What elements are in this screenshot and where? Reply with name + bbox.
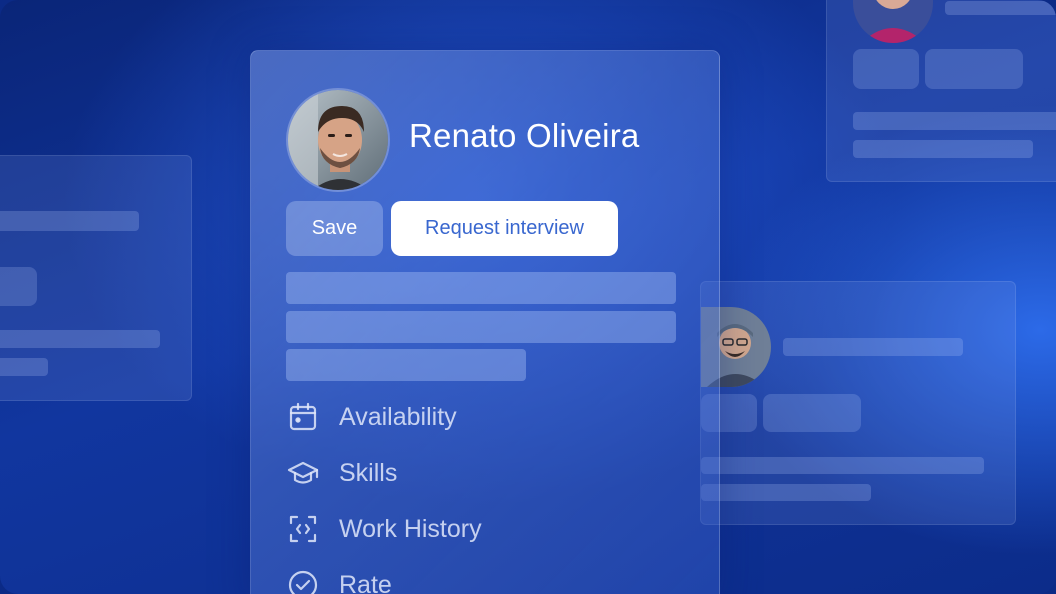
graduation-cap-icon <box>287 461 319 484</box>
bg-card-mid-right <box>700 281 1016 525</box>
menu-item-label: Work History <box>339 514 482 543</box>
skeleton-line <box>286 272 676 304</box>
bg-avatar <box>853 0 933 43</box>
menu-item-work-history[interactable]: Work History <box>287 509 482 549</box>
bg-skeleton-pill <box>763 394 861 432</box>
skeleton-line <box>286 349 526 381</box>
bg-skeleton-line <box>853 112 1056 130</box>
bg-skeleton-line <box>0 358 48 376</box>
bg-skeleton-line <box>701 484 871 501</box>
bg-skeleton-pill <box>925 49 1023 89</box>
bg-skeleton-line <box>701 457 984 474</box>
calendar-icon <box>289 402 317 431</box>
candidate-name: Renato Oliveira <box>409 117 640 154</box>
bg-card-top-right <box>826 0 1056 182</box>
bg-card-left <box>0 155 192 401</box>
bg-skeleton-line <box>853 140 1033 158</box>
stage: Renato Oliveira Save Request interview A… <box>0 0 1056 594</box>
menu-item-label: Rate <box>339 570 392 594</box>
bg-skeleton-line <box>783 338 963 356</box>
profile-card: Renato Oliveira Save Request interview A… <box>250 50 720 594</box>
menu-item-label: Availability <box>339 402 457 431</box>
bg-skeleton-line <box>0 330 160 348</box>
menu-item-skills[interactable]: Skills <box>287 453 397 493</box>
skeleton-line <box>286 311 676 343</box>
menu-item-availability[interactable]: Availability <box>287 397 457 437</box>
check-circle-icon <box>288 570 318 594</box>
menu-item-rate[interactable]: Rate <box>287 565 392 594</box>
bg-skeleton-pill <box>0 267 37 306</box>
bg-skeleton-line <box>0 211 139 231</box>
menu-item-label: Skills <box>339 458 398 487</box>
scan-frame-icon <box>289 515 317 543</box>
profile-avatar <box>286 88 390 192</box>
bg-skeleton-pill <box>853 49 919 89</box>
request-interview-button[interactable]: Request interview <box>391 201 618 256</box>
save-button[interactable]: Save <box>286 201 383 256</box>
bg-skeleton-line <box>945 1 1056 15</box>
